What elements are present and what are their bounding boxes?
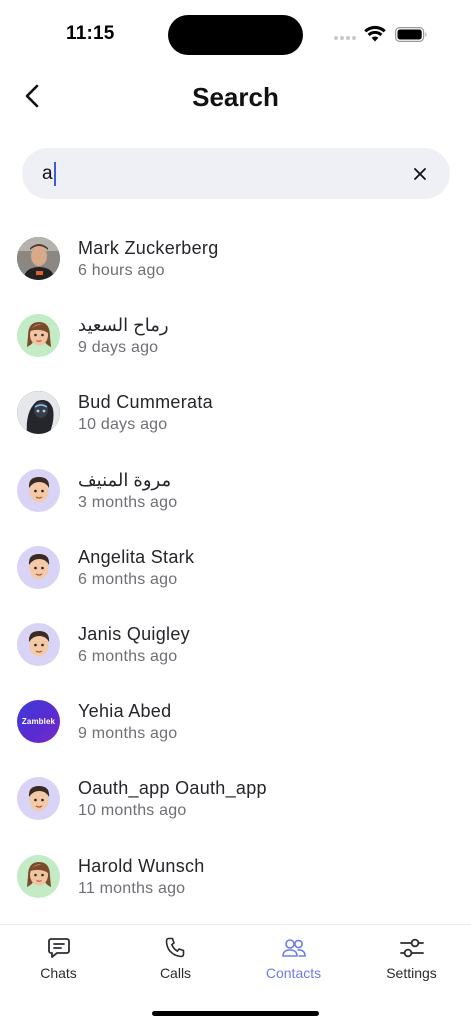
avatar [17, 854, 60, 898]
avatar [17, 777, 60, 821]
last-seen: 6 hours ago [78, 262, 165, 279]
avatar-logo-text: Zamblek [21, 717, 56, 727]
search-input[interactable]: a [42, 161, 408, 186]
list-item[interactable]: Angelita Stark 6 months ago [0, 531, 471, 608]
list-item[interactable]: Janis Quigley 6 months ago [0, 608, 471, 685]
phone-icon [162, 935, 190, 961]
bottom-tab-bar: Chats Calls Contacts Settings [0, 924, 471, 1024]
avatar: Zamblek [17, 700, 60, 744]
list-item[interactable]: Bud Cummerata 10 days ago [0, 376, 471, 453]
tab-contacts[interactable]: Contacts [235, 935, 352, 985]
last-seen: 11 months ago [78, 879, 186, 897]
contact-name: Angelita Stark [78, 546, 195, 567]
chat-bubble-icon [45, 935, 73, 961]
wifi-icon [364, 25, 386, 42]
avatar [17, 468, 60, 512]
list-item[interactable]: Mark Zuckerberg 6 hours ago [0, 222, 471, 299]
contact-name: Bud Cummerata [78, 392, 213, 413]
list-item[interactable]: مروة المنيف 3 months ago [0, 454, 471, 531]
avatar [17, 391, 60, 435]
list-item[interactable]: رماح السعيد 9 days ago [0, 299, 471, 376]
contact-name: Mark Zuckerberg [78, 238, 219, 258]
avatar [17, 237, 60, 280]
tab-label: Settings [386, 965, 437, 981]
tab-settings[interactable]: Settings [353, 935, 470, 985]
list-item[interactable]: Harold Wunsch 11 months ago [0, 840, 471, 917]
status-time: 11:15 [66, 23, 115, 44]
text-cursor [53, 161, 56, 186]
list-item[interactable]: Zamblek Yehia Abed 9 months ago [0, 685, 471, 762]
tab-label: Calls [159, 965, 192, 981]
sliders-icon [398, 935, 426, 961]
clear-search-button[interactable] [408, 162, 432, 186]
last-seen: 9 days ago [78, 339, 159, 357]
last-seen: 10 months ago [78, 802, 187, 820]
last-seen: 10 days ago [78, 416, 168, 434]
close-icon [414, 167, 426, 180]
last-seen: 3 months ago [78, 493, 178, 511]
header: Search [0, 70, 471, 126]
avatar [17, 622, 60, 666]
contact-name: Harold Wunsch [78, 855, 205, 876]
contacts-icon [280, 935, 308, 961]
tab-label: Chats [40, 965, 77, 981]
page-title: Search [192, 82, 279, 112]
tab-label: Contacts [265, 965, 322, 981]
search-results-list: Mark Zuckerberg 6 hours ago رماح السعيد … [0, 222, 471, 917]
contact-name: مروة المنيف [78, 469, 172, 490]
tab-calls[interactable]: Calls [117, 935, 234, 985]
contact-name: Oauth_app Oauth_app [78, 778, 267, 799]
contact-name: رماح السعيد [78, 315, 169, 336]
avatar [17, 314, 60, 358]
list-item[interactable]: Oauth_app Oauth_app 10 months ago [0, 762, 471, 839]
search-field[interactable]: a [22, 148, 450, 199]
status-bar: 11:15 [0, 0, 471, 70]
dynamic-island [168, 15, 303, 55]
contact-name: Janis Quigley [78, 623, 190, 644]
home-indicator[interactable] [152, 1011, 319, 1016]
cellular-signal-icon [334, 36, 356, 40]
search-input-value: a [42, 162, 53, 184]
battery-icon [395, 27, 427, 42]
avatar [17, 545, 60, 589]
last-seen: 6 months ago [78, 647, 178, 665]
tab-chats[interactable]: Chats [0, 935, 117, 985]
last-seen: 6 months ago [78, 570, 178, 588]
last-seen: 9 months ago [78, 725, 178, 743]
contact-name: Yehia Abed [78, 701, 172, 722]
